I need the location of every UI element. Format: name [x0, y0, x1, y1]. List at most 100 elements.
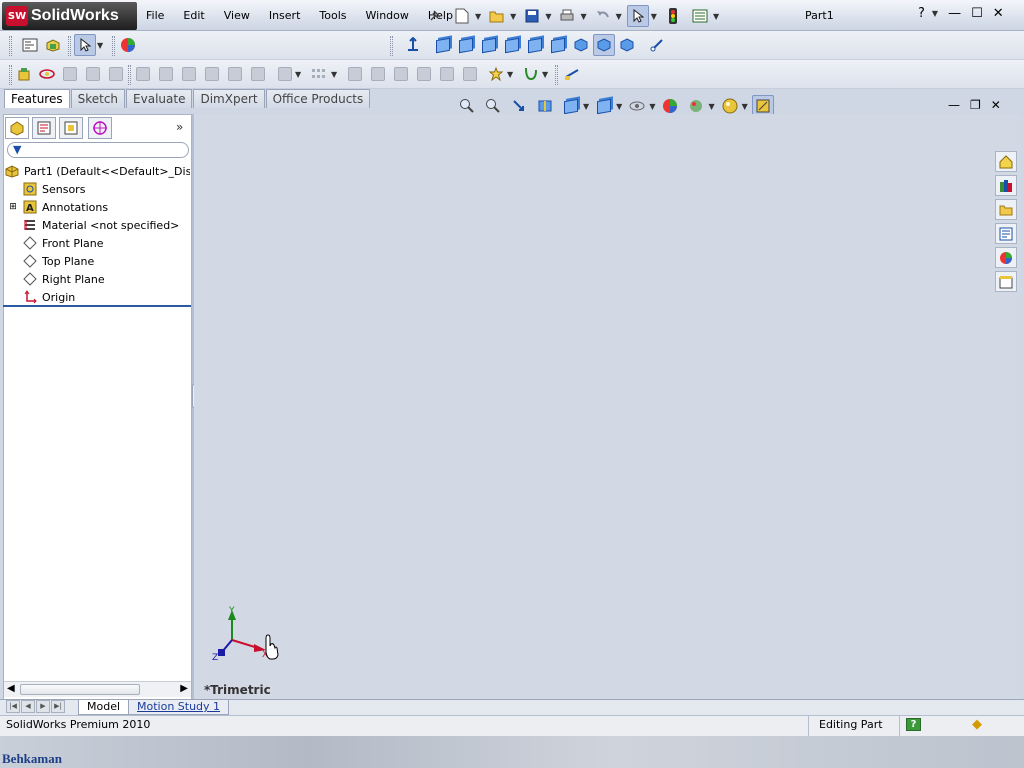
first-tab-icon[interactable]: |◀ [6, 700, 20, 713]
tab-motion-study[interactable]: Motion Study 1 [128, 700, 230, 715]
custom-properties-icon[interactable] [995, 271, 1017, 292]
scroll-left-icon[interactable]: ◀ [7, 683, 15, 694]
save-dropdown-icon[interactable]: ▼ [545, 12, 551, 21]
toolbar-grip[interactable] [555, 65, 558, 85]
viewport-close-button[interactable]: ✕ [991, 98, 1001, 112]
tree-item-right-plane[interactable]: Right Plane [4, 270, 190, 288]
help-button[interactable]: ? [918, 6, 925, 21]
extruded-boss-icon[interactable] [13, 63, 35, 85]
loft-icon[interactable] [82, 63, 104, 85]
menu-window[interactable]: Window [366, 9, 417, 22]
pattern-dropdown-icon[interactable]: ▼ [331, 70, 337, 79]
view-palette-icon[interactable] [995, 223, 1017, 244]
right-view-icon[interactable] [501, 34, 523, 56]
tab-evaluate[interactable]: Evaluate [126, 89, 193, 108]
tags-icon[interactable]: ◆ [972, 717, 982, 732]
configuration-manager-tab[interactable] [59, 117, 83, 139]
select-dropdown-icon[interactable]: ▼ [97, 41, 103, 50]
curves-icon[interactable] [520, 63, 542, 85]
wrap-icon[interactable] [413, 63, 435, 85]
undo-icon[interactable] [592, 5, 614, 27]
view-selector-icon[interactable] [646, 34, 668, 56]
isometric-view-icon[interactable] [570, 34, 592, 56]
linear-pattern-icon[interactable] [308, 63, 330, 85]
options-icon[interactable] [689, 5, 711, 27]
new-document-icon[interactable] [451, 5, 473, 27]
appearance-sphere-icon[interactable] [117, 34, 139, 56]
property-manager-tab[interactable] [32, 117, 56, 139]
minimize-button[interactable]: — [948, 6, 961, 21]
solidworks-logo[interactable]: SW SolidWorks [2, 2, 137, 30]
display-style-dropdown-icon[interactable]: ▼ [616, 102, 622, 111]
new-dropdown-icon[interactable]: ▼ [475, 12, 481, 21]
last-tab-icon[interactable]: ▶| [51, 700, 65, 713]
boundary-boss-icon[interactable] [105, 63, 127, 85]
lofted-cut-icon[interactable] [224, 63, 246, 85]
tab-model[interactable]: Model [78, 700, 130, 715]
next-tab-icon[interactable]: ▶ [36, 700, 50, 713]
select-dropdown-icon[interactable]: ▼ [651, 12, 657, 21]
help-dropdown-icon[interactable]: ▼ [932, 9, 938, 18]
close-button[interactable]: ✕ [993, 6, 1004, 21]
print-dropdown-icon[interactable]: ▼ [580, 12, 586, 21]
restore-button[interactable]: ☐ [971, 6, 983, 21]
rib-icon[interactable] [344, 63, 366, 85]
toolbar-grip[interactable] [9, 36, 12, 56]
back-view-icon[interactable] [455, 34, 477, 56]
fillet-icon[interactable] [274, 63, 296, 85]
graphics-area[interactable] [194, 114, 1020, 700]
panel-expand-chevron[interactable]: » [176, 120, 183, 134]
tab-dimxpert[interactable]: DimXpert [193, 89, 265, 108]
rollback-bar[interactable] [3, 305, 191, 307]
panel-horizontal-scrollbar[interactable]: ◀ ▶ [4, 681, 191, 697]
viewport-restore-button[interactable]: ❐ [970, 98, 981, 112]
make-assembly-icon[interactable] [42, 34, 64, 56]
extruded-cut-icon[interactable] [132, 63, 154, 85]
rebuild-traffic-light-icon[interactable] [662, 5, 684, 27]
reference-geometry-icon[interactable] [485, 63, 507, 85]
realview-dropdown-icon[interactable]: ▼ [742, 102, 748, 111]
menu-insert[interactable]: Insert [269, 9, 309, 22]
appearances-scenes-icon[interactable] [995, 247, 1017, 268]
design-library-icon[interactable] [995, 175, 1017, 196]
dimetric-view-icon[interactable] [616, 34, 638, 56]
curves-dropdown-icon[interactable]: ▼ [542, 70, 548, 79]
tab-features[interactable]: Features [4, 89, 70, 108]
left-view-icon[interactable] [478, 34, 500, 56]
tab-office-products[interactable]: Office Products [265, 89, 371, 108]
mirror-icon[interactable] [459, 63, 481, 85]
feature-manager-tab[interactable] [5, 117, 29, 139]
tree-root-part[interactable]: Part1 (Default<<Default>_Displa [4, 162, 190, 180]
hole-wizard-icon[interactable] [155, 63, 177, 85]
shell-icon[interactable] [390, 63, 412, 85]
tree-item-front-plane[interactable]: Front Plane [4, 234, 190, 252]
hide-show-dropdown-icon[interactable]: ▼ [649, 102, 655, 111]
dome-icon[interactable] [436, 63, 458, 85]
menu-file[interactable]: File [146, 9, 172, 22]
instant3d-icon[interactable] [561, 63, 583, 85]
tree-item-top-plane[interactable]: Top Plane [4, 252, 190, 270]
normal-to-icon[interactable] [402, 34, 424, 56]
make-drawing-icon[interactable] [19, 34, 41, 56]
toolbar-grip[interactable] [128, 65, 131, 85]
tab-sketch[interactable]: Sketch [70, 89, 126, 108]
trimetric-view-icon[interactable] [593, 34, 615, 56]
select-arrow-icon[interactable] [626, 5, 649, 27]
fillet-dropdown-icon[interactable]: ▼ [295, 70, 301, 79]
open-dropdown-icon[interactable]: ▼ [510, 12, 516, 21]
open-icon[interactable] [486, 5, 508, 27]
reference-geometry-dropdown-icon[interactable]: ▼ [507, 70, 513, 79]
feature-tree-filter[interactable]: ▼ [7, 142, 189, 158]
swept-cut-icon[interactable] [201, 63, 223, 85]
select-arrow-icon[interactable] [74, 34, 96, 56]
toolbar-grip[interactable] [112, 36, 115, 56]
scroll-right-icon[interactable]: ▶ [180, 683, 188, 694]
quick-tips-help-icon[interactable]: ? [906, 718, 921, 731]
scrollbar-thumb[interactable] [20, 684, 140, 695]
boundary-cut-icon[interactable] [247, 63, 269, 85]
apply-scene-dropdown-icon[interactable]: ▼ [708, 102, 714, 111]
toolbar-grip[interactable] [390, 36, 393, 56]
file-explorer-icon[interactable] [995, 199, 1017, 220]
tree-item-material[interactable]: Material <not specified> [4, 216, 190, 234]
options-dropdown-icon[interactable]: ▼ [713, 12, 719, 21]
